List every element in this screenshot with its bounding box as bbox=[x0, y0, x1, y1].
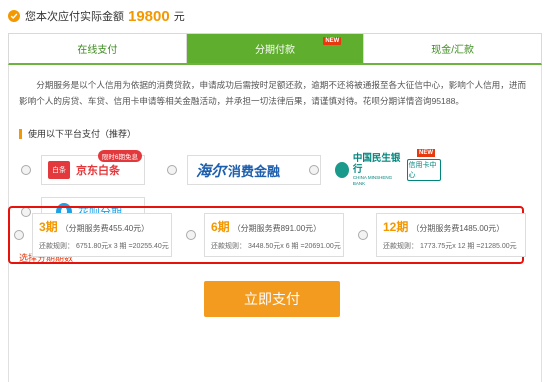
payment-tabs: 在线支付 分期付款 NEW 现金/汇款 bbox=[8, 33, 542, 65]
minsheng-logo-icon bbox=[335, 162, 349, 178]
tab-label: 现金/汇款 bbox=[431, 45, 475, 56]
installment-period: 6期 bbox=[211, 220, 230, 234]
jd-baitiao-name: 京东白条 bbox=[76, 165, 120, 177]
installment-description: 分期服务是以个人信用为依据的消费贷款，申请成功后需按时足额还款，逾期不还将被通报… bbox=[19, 80, 527, 106]
radio-icon[interactable] bbox=[358, 230, 368, 240]
tab-label: 在线支付 bbox=[77, 45, 118, 56]
platform-minsheng-bank[interactable]: 中国民生银行 CHINA MINSHENG BANK 信用卡中心 NEW bbox=[309, 149, 441, 187]
new-badge: NEW bbox=[323, 37, 342, 45]
tab-cash-remittance[interactable]: 现金/汇款 bbox=[364, 34, 542, 63]
pay-now-button[interactable]: 立即支付 bbox=[204, 281, 340, 317]
amount-unit: 元 bbox=[173, 11, 185, 23]
installment-option-3[interactable]: 3期 （分期服务费455.40元） 还款规则： 6751.80元x 3 期 =2… bbox=[14, 213, 172, 257]
tab-label: 分期付款 bbox=[255, 45, 295, 56]
installment-fee: （分期服务费455.40元） bbox=[60, 224, 150, 233]
radio-icon[interactable] bbox=[14, 230, 24, 240]
installment-fee: （分期服务费891.00元） bbox=[232, 224, 322, 233]
installment-rule: 还款规则： 3448.50元x 6 期 =20691.00元 bbox=[211, 243, 341, 250]
tab-installment[interactable]: 分期付款 NEW bbox=[186, 34, 365, 63]
minsheng-bank-logo[interactable]: 中国民生银行 CHINA MINSHENG BANK 信用卡中心 NEW bbox=[329, 149, 441, 187]
installment-rule: 还款规则： 1773.75元x 12 期 =21285.00元 bbox=[383, 243, 517, 250]
installment-option-12[interactable]: 12期 （分期服务费1485.00元） 还款规则： 1773.75元x 12 期… bbox=[358, 213, 526, 257]
installment-period: 3期 bbox=[39, 220, 58, 234]
jd-baitiao-mark: 白条 bbox=[48, 161, 70, 179]
radio-icon[interactable] bbox=[186, 230, 196, 240]
check-circle-icon bbox=[8, 10, 20, 22]
haier-finance-name: 消费金融 bbox=[228, 163, 281, 179]
installment-fee: （分期服务费1485.00元） bbox=[411, 224, 505, 233]
tab-online-payment[interactable]: 在线支付 bbox=[9, 34, 187, 63]
radio-icon[interactable] bbox=[21, 165, 31, 175]
platform-jd-baitiao[interactable]: 白条 京东白条 限时6期免息 bbox=[21, 150, 145, 185]
installment-period: 12期 bbox=[383, 220, 409, 234]
minsheng-cn-name: 中国民生银行 bbox=[352, 153, 401, 175]
minsheng-en-name: CHINA MINSHENG BANK bbox=[352, 175, 393, 186]
installment-card[interactable]: 3期 （分期服务费455.40元） 还款规则： 6751.80元x 3 期 =2… bbox=[32, 213, 172, 257]
haier-script: 海尔 bbox=[196, 161, 227, 180]
installment-rule: 还款规则： 6751.80元x 3 期 =20255.40元 bbox=[39, 243, 169, 250]
installment-card[interactable]: 12期 （分期服务费1485.00元） 还款规则： 1773.75元x 12 期… bbox=[376, 213, 526, 257]
jd-baitiao-logo[interactable]: 白条 京东白条 限时6期免息 bbox=[41, 150, 145, 185]
amount-label: 您本次应付实际金额 bbox=[25, 11, 124, 23]
installment-option-6[interactable]: 6期 （分期服务费891.00元） 还款规则： 3448.50元x 6 期 =2… bbox=[186, 213, 344, 257]
amount-value: 19800 bbox=[128, 7, 170, 25]
credit-card-center: 信用卡中心 bbox=[406, 159, 441, 181]
platforms-section-title: 使用以下平台支付（推荐） bbox=[19, 129, 136, 139]
radio-icon[interactable] bbox=[167, 165, 177, 175]
platform-haier-finance[interactable]: 海尔 消费金融 bbox=[167, 155, 321, 185]
amount-header: 您本次应付实际金额 19800 元 bbox=[8, 6, 185, 26]
installment-card[interactable]: 6期 （分期服务费891.00元） 还款规则： 3448.50元x 6 期 =2… bbox=[204, 213, 344, 257]
haier-finance-logo[interactable]: 海尔 消费金融 bbox=[187, 155, 321, 185]
new-badge: NEW bbox=[417, 149, 435, 157]
promo-badge: 限时6期免息 bbox=[97, 150, 142, 162]
minsheng-name: 中国民生银行 CHINA MINSHENG BANK bbox=[353, 153, 403, 187]
radio-icon[interactable] bbox=[309, 165, 319, 175]
